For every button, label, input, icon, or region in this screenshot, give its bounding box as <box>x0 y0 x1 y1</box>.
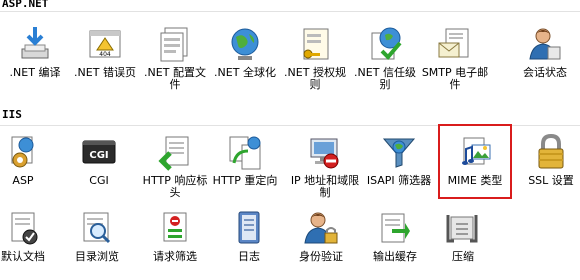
config-file-icon <box>155 24 195 64</box>
globe-icon <box>225 24 265 64</box>
error-page-404-icon: 404 <box>85 24 125 64</box>
feature-label: ASP <box>12 174 34 187</box>
feature-dotnet-authorization-rules[interactable]: .NET 授权规则 <box>280 22 350 96</box>
feature-logging[interactable]: 日志 <box>214 206 284 280</box>
section-header-iis: IIS <box>0 108 580 126</box>
feature-isapi-filters[interactable]: ISAPI 筛选器 <box>364 130 434 204</box>
feature-label: 默认文档 <box>1 250 45 263</box>
feature-label: .NET 错误页 <box>74 66 136 79</box>
compile-icon <box>15 24 55 64</box>
feature-label: MIME 类型 <box>447 174 503 187</box>
feature-label: .NET 编译 <box>9 66 61 79</box>
output-caching-icon <box>375 208 415 248</box>
feature-cgi[interactable]: CGI CGI <box>64 130 134 204</box>
feature-label: .NET 全球化 <box>214 66 276 79</box>
feature-label: 请求筛选 <box>153 250 197 263</box>
feature-label: IP 地址和域限制 <box>290 174 360 199</box>
feature-output-caching[interactable]: 输出缓存 <box>360 206 430 280</box>
feature-dotnet-compilation[interactable]: .NET 编译 <box>0 22 70 96</box>
feature-dotnet-trust-levels[interactable]: .NET 信任级别 <box>350 22 420 96</box>
feature-mime-types[interactable]: MIME 类型 <box>440 130 510 204</box>
asp-icon <box>3 132 43 172</box>
feature-label: .NET 授权规则 <box>284 66 346 91</box>
feature-label: 身份验证 <box>299 250 343 263</box>
feature-http-response-headers[interactable]: HTTP 响应标头 <box>140 130 210 204</box>
feature-dotnet-profile[interactable]: .NET 配置文件 <box>140 22 210 96</box>
svg-text:404: 404 <box>99 51 111 58</box>
ip-restrictions-icon <box>305 132 345 172</box>
request-filtering-icon <box>155 208 195 248</box>
feature-dotnet-error-pages[interactable]: 404 .NET 错误页 <box>70 22 140 96</box>
section-header-aspnet: ASP.NET <box>0 0 580 12</box>
logging-icon <box>229 208 269 248</box>
authorization-rules-icon <box>295 24 335 64</box>
http-redirect-icon <box>225 132 265 172</box>
ssl-lock-icon <box>531 132 571 172</box>
feature-label: 输出缓存 <box>373 250 417 263</box>
isapi-filters-icon <box>379 132 419 172</box>
feature-label: .NET 配置文件 <box>144 66 206 91</box>
default-document-icon <box>3 208 43 248</box>
http-response-headers-icon <box>155 132 195 172</box>
feature-label: SSL 设置 <box>528 174 574 187</box>
feature-default-document[interactable]: 默认文档 <box>0 206 58 280</box>
feature-label: CGI <box>89 174 109 187</box>
feature-dotnet-globalization[interactable]: .NET 全球化 <box>210 22 280 96</box>
authentication-icon <box>301 208 341 248</box>
svg-text:CGI: CGI <box>89 150 108 161</box>
feature-label: SMTP 电子邮件 <box>421 66 489 91</box>
feature-label: 日志 <box>238 250 260 263</box>
feature-authentication[interactable]: 身份验证 <box>286 206 356 280</box>
feature-asp[interactable]: ASP <box>0 130 58 204</box>
feature-compression[interactable]: 压缩 <box>428 206 498 280</box>
feature-label: .NET 信任级别 <box>354 66 416 91</box>
mime-types-icon <box>455 132 495 172</box>
trust-level-icon <box>365 24 405 64</box>
session-state-icon <box>525 24 565 64</box>
feature-label: 压缩 <box>452 250 474 263</box>
feature-label: ISAPI 筛选器 <box>366 174 432 187</box>
cgi-icon: CGI <box>79 132 119 172</box>
directory-browsing-icon <box>77 208 117 248</box>
feature-label: HTTP 重定向 <box>212 174 278 187</box>
feature-smtp-email[interactable]: SMTP 电子邮件 <box>420 22 490 96</box>
feature-request-filtering[interactable]: 请求筛选 <box>140 206 210 280</box>
feature-ip-domain-restrictions[interactable]: IP 地址和域限制 <box>290 130 360 204</box>
feature-label: 会话状态 <box>523 66 567 79</box>
feature-session-state[interactable]: 会话状态 <box>510 22 580 96</box>
compression-icon <box>443 208 483 248</box>
smtp-email-icon <box>435 24 475 64</box>
feature-ssl-settings[interactable]: SSL 设置 <box>516 130 580 204</box>
feature-directory-browsing[interactable]: 目录浏览 <box>62 206 132 280</box>
feature-label: 目录浏览 <box>75 250 119 263</box>
feature-label: HTTP 响应标头 <box>142 174 208 199</box>
feature-http-redirect[interactable]: HTTP 重定向 <box>210 130 280 204</box>
